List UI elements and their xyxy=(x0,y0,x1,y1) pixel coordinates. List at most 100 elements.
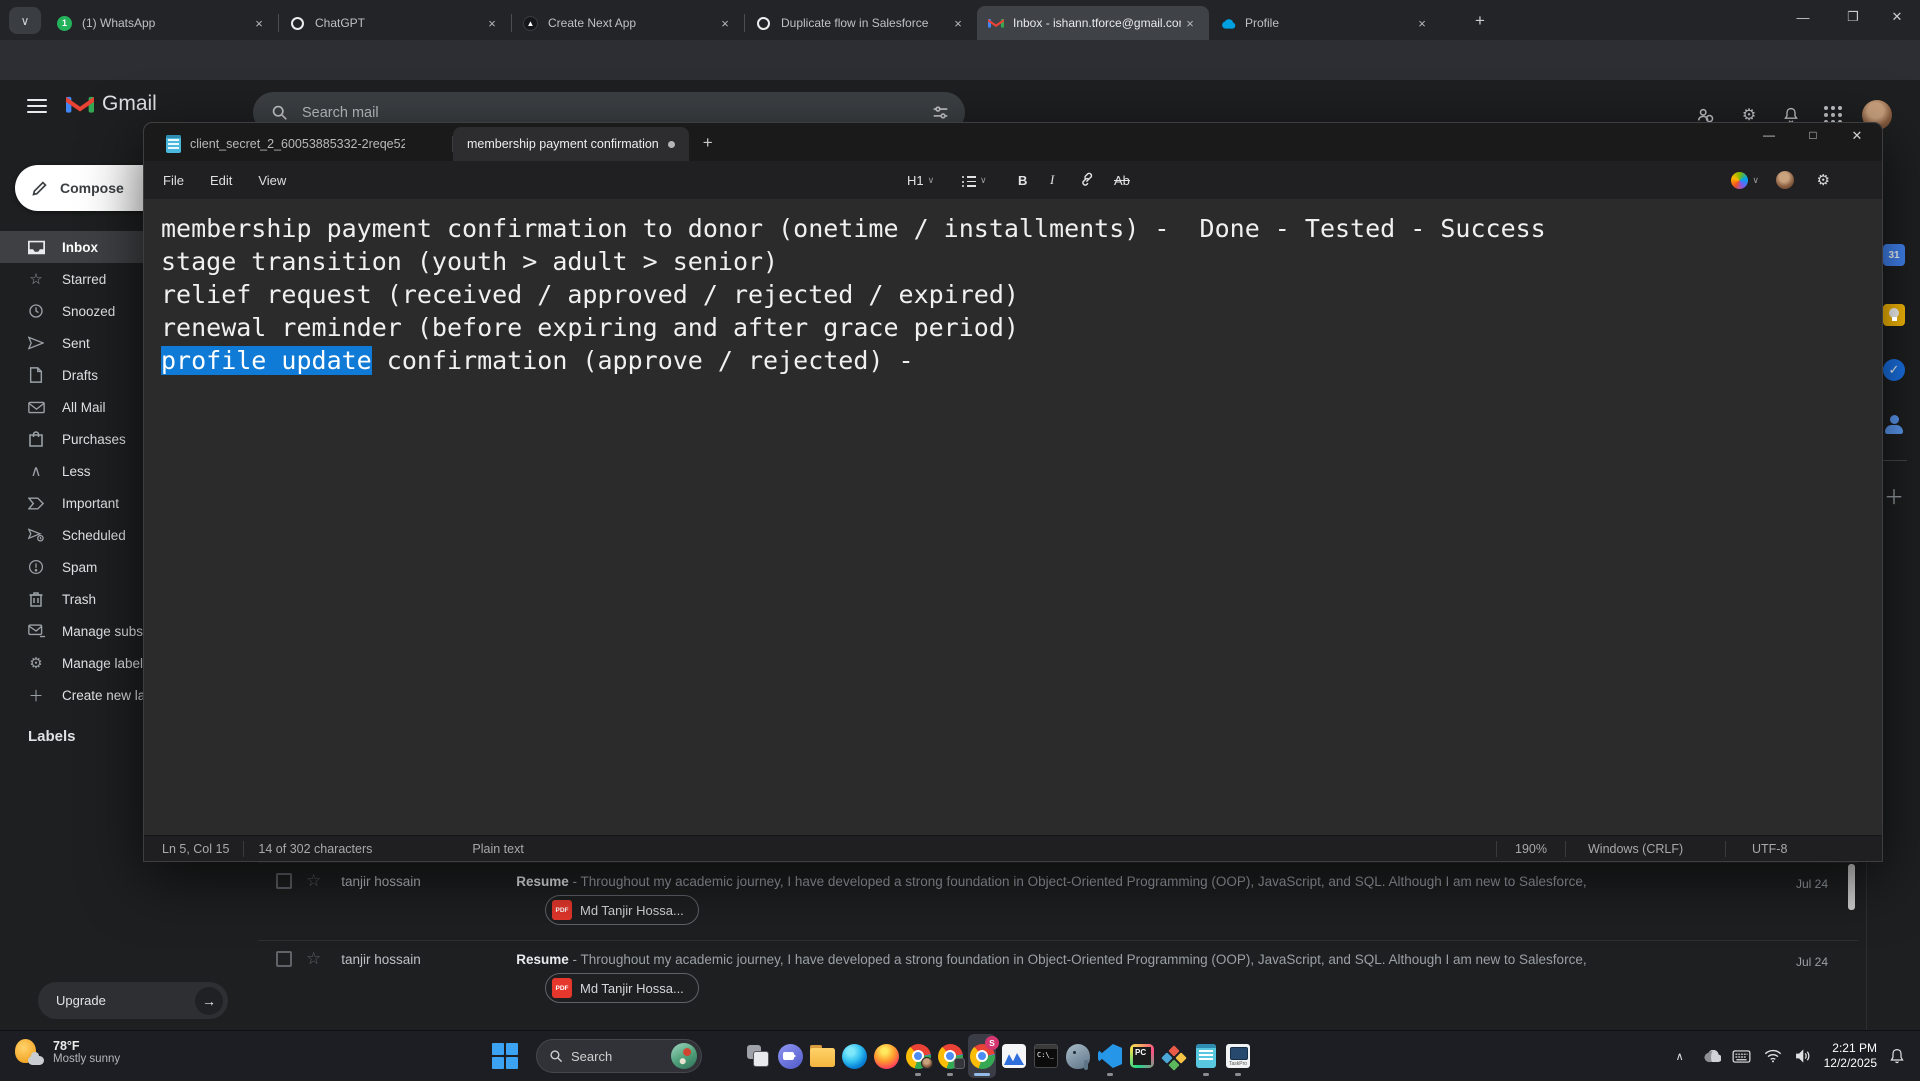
search-filter-icon[interactable] xyxy=(932,104,949,121)
chrome-profile-button[interactable] xyxy=(904,1034,932,1078)
email-row[interactable]: ☆ tanjir hossain Resume - Throughout my … xyxy=(258,940,1858,1018)
notepad-minimize-button[interactable]: — xyxy=(1752,128,1786,142)
notepad-new-tab-button[interactable]: + xyxy=(703,133,713,153)
task-view-button[interactable] xyxy=(744,1034,772,1078)
close-tab-icon[interactable]: × xyxy=(1181,14,1199,32)
taskbar-clock[interactable]: 2:21 PM 12/2/2025 xyxy=(1824,1041,1877,1071)
tasks-icon[interactable]: ✓ xyxy=(1881,357,1907,383)
window-maximize-button[interactable]: ❐ xyxy=(1836,4,1870,30)
search-icon xyxy=(549,1049,563,1063)
weather-widget[interactable]: 78°F Mostly sunny xyxy=(14,1037,120,1067)
start-button[interactable] xyxy=(492,1043,518,1069)
postgresql-button[interactable] xyxy=(1064,1034,1092,1078)
menu-edit[interactable]: Edit xyxy=(197,168,245,193)
command-prompt-icon: C:\_ xyxy=(1034,1044,1058,1068)
list-scrollbar[interactable] xyxy=(1848,864,1855,910)
notepad-close-button[interactable]: ✕ xyxy=(1840,128,1874,144)
link-icon xyxy=(1080,172,1096,188)
notification-bell-icon[interactable] xyxy=(1886,1048,1908,1064)
menu-file[interactable]: File xyxy=(150,168,197,193)
new-tab-button[interactable]: + xyxy=(1468,9,1492,33)
close-tab-icon[interactable]: × xyxy=(483,14,501,32)
volume-icon[interactable] xyxy=(1793,1049,1815,1063)
attachment-chip[interactable]: PDF Md Tanjir Hossa... xyxy=(545,895,699,925)
photos-app-button[interactable] xyxy=(1000,1034,1028,1078)
email-checkbox[interactable] xyxy=(276,873,292,889)
get-addons-plus-icon[interactable]: ＋ xyxy=(1881,482,1907,508)
notepad-window: client_secret_2_60053885332-2reqe52rribc… xyxy=(143,122,1883,862)
chat-app-button[interactable] xyxy=(776,1034,804,1078)
notepad-account-avatar[interactable] xyxy=(1776,171,1794,189)
italic-button[interactable]: I xyxy=(1042,168,1062,192)
wifi-icon[interactable] xyxy=(1762,1049,1784,1063)
envelope-minus-icon xyxy=(26,624,46,638)
close-tab-icon[interactable]: × xyxy=(949,14,967,32)
quest-app-button[interactable] xyxy=(1160,1034,1188,1078)
notepad-settings-gear-icon[interactable]: ⚙ xyxy=(1817,171,1830,189)
vscode-button[interactable] xyxy=(1096,1034,1124,1078)
notepad-tab-membership[interactable]: membership payment confirmation xyxy=(453,127,689,161)
pdf-icon: PDF xyxy=(552,900,572,920)
attachment-chip[interactable]: PDF Md Tanjir Hossa... xyxy=(545,973,699,1003)
email-row[interactable]: ☆ tanjir hossain Resume - Throughout my … xyxy=(258,862,1858,940)
window-minimize-button[interactable]: — xyxy=(1786,4,1820,30)
file-explorer-button[interactable] xyxy=(808,1034,836,1078)
tray-chevron-up-icon[interactable]: ∧ xyxy=(1669,1050,1691,1063)
edge-button[interactable] xyxy=(840,1034,868,1078)
main-menu-icon[interactable] xyxy=(27,99,47,113)
onedrive-cloud-icon[interactable] xyxy=(1700,1050,1722,1063)
tab-whatsapp[interactable]: 1 (1) WhatsApp × xyxy=(46,6,278,40)
unsaved-dot-icon xyxy=(668,141,675,148)
work-profile-badge xyxy=(954,1058,965,1069)
notepad-status-bar: Ln 5, Col 15 14 of 302 characters Plain … xyxy=(144,835,1882,861)
notepad-app-button[interactable] xyxy=(1192,1034,1220,1078)
star-icon[interactable]: ☆ xyxy=(306,871,321,891)
draft-icon xyxy=(26,367,46,383)
star-icon[interactable]: ☆ xyxy=(306,949,321,969)
chrome-work-button[interactable] xyxy=(936,1034,964,1078)
calendar-icon[interactable]: 31 xyxy=(1881,242,1907,268)
list-style-button[interactable]: ∨ xyxy=(954,169,995,191)
email-checkbox[interactable] xyxy=(276,951,292,967)
notepad-maximize-button[interactable]: □ xyxy=(1796,128,1830,142)
keep-icon[interactable] xyxy=(1881,302,1907,328)
taskpro-app-button[interactable] xyxy=(1224,1034,1252,1078)
zoom-level[interactable]: 190% xyxy=(1496,841,1566,857)
encoding: UTF-8 xyxy=(1726,841,1846,857)
link-button[interactable] xyxy=(1072,168,1104,192)
contacts-icon[interactable] xyxy=(1881,412,1907,438)
tab-chatgpt[interactable]: ChatGPT × xyxy=(279,6,511,40)
firefox-button[interactable] xyxy=(872,1034,900,1078)
chevron-down-icon: ∨ xyxy=(928,175,935,186)
salesforce-profile-badge: S xyxy=(985,1036,999,1050)
tab-salesforce-profile[interactable]: Profile × xyxy=(1209,6,1441,40)
close-tab-icon[interactable]: × xyxy=(250,14,268,32)
notepad-editor[interactable]: membership payment confirmation to donor… xyxy=(144,199,1882,837)
tab-duplicate-flow[interactable]: Duplicate flow in Salesforce × xyxy=(745,6,977,40)
tab-create-next-app[interactable]: ▲ Create Next App × xyxy=(512,6,744,40)
menu-view[interactable]: View xyxy=(245,168,299,193)
vscode-icon xyxy=(1098,1044,1122,1068)
terminal-button[interactable]: C:\_ xyxy=(1032,1034,1060,1078)
touch-keyboard-icon[interactable] xyxy=(1731,1050,1753,1063)
search-icon[interactable] xyxy=(271,104,288,121)
tab-search-button[interactable]: ∨ xyxy=(9,7,41,34)
chrome-salesforce-button[interactable]: S xyxy=(968,1034,996,1078)
chart-app-icon xyxy=(1002,1044,1026,1068)
bold-button[interactable]: B xyxy=(1010,169,1035,192)
close-tab-icon[interactable]: × xyxy=(716,14,734,32)
tab-gmail-inbox[interactable]: Inbox - ishann.tforce@gmail.com × xyxy=(977,6,1209,40)
chatgpt-icon xyxy=(755,15,772,32)
notepad-tab-client-secret[interactable]: client_secret_2_60053885332-2reqe52rribc xyxy=(152,127,452,161)
upgrade-button[interactable]: Upgrade → xyxy=(38,982,228,1019)
folder-icon xyxy=(810,1048,835,1067)
heading-style-button[interactable]: H1∨ xyxy=(899,169,942,192)
copilot-button[interactable]: ∨ xyxy=(1731,172,1759,189)
pycharm-button[interactable] xyxy=(1128,1034,1156,1078)
taskbar-search[interactable]: Search xyxy=(536,1039,702,1073)
arrow-right-icon[interactable]: → xyxy=(195,987,223,1015)
window-close-button[interactable]: ✕ xyxy=(1880,4,1914,30)
strikethrough-button[interactable]: Ab xyxy=(1106,169,1138,192)
chevron-down-icon: ∨ xyxy=(21,14,30,28)
close-tab-icon[interactable]: × xyxy=(1413,14,1431,32)
